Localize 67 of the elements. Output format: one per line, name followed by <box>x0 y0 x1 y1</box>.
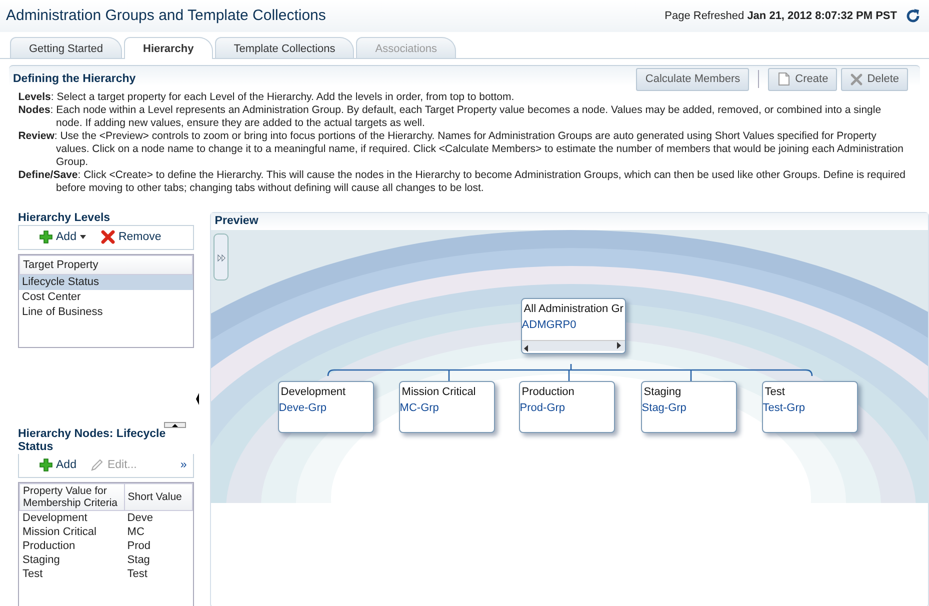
caret-icon <box>79 234 88 240</box>
left-arrow-icon <box>522 344 530 352</box>
pencil-icon <box>90 458 104 472</box>
refresh-timestamp: Page Refreshed Jan 21, 2012 8:07:32 PM PST <box>664 8 897 24</box>
close-icon <box>101 230 116 244</box>
node-name: Production <box>520 384 576 400</box>
table-cell: Deve <box>124 510 192 525</box>
table-cell-text: Test <box>126 567 148 581</box>
list-row[interactable]: Cost Center <box>19 290 193 306</box>
tab[interactable]: Getting Started <box>10 37 122 58</box>
table-cell: Development <box>20 510 124 525</box>
right-arrow-icon <box>615 340 624 350</box>
table-cell-text: MC <box>126 525 146 539</box>
list-row[interactable]: Line of Business <box>19 305 193 320</box>
toolbar-button[interactable]: Add <box>39 228 88 246</box>
node-group-link[interactable]: Test-Grp <box>762 400 857 416</box>
toolbar-button[interactable]: Create <box>768 68 838 90</box>
help-paragraph: Levels: Select a target property for each Level of the Hierarchy. Add the levels in order, from top to bottom. <box>17 90 516 104</box>
close-icon <box>850 72 864 86</box>
node-group-link[interactable]: Deve-Grp <box>278 400 373 416</box>
scrollbar[interactable] <box>522 340 626 350</box>
panel-title: Hierarchy Levels <box>18 212 194 226</box>
more-button[interactable]: » <box>180 456 187 474</box>
node-group-link[interactable]: MC-Grp <box>400 400 494 416</box>
node-name: Mission Critical <box>400 384 477 400</box>
table-cell-text: Stag <box>126 553 151 567</box>
help-paragraph: Define/Save: Click <Create> to define the Hierarchy. This will cause the nodes in the Hierarchy to become Administration Groups, which can then be used like other Groups. Define is required before moving to other tabs; changing tabs without defining will cause all changes to be lost. <box>17 168 907 194</box>
table-cell-text: Prod <box>126 539 152 553</box>
page-title: Administration Groups and Template Collections <box>6 6 326 26</box>
document-icon <box>777 72 792 86</box>
node-group-link[interactable]: Stag-Grp <box>642 400 736 416</box>
toolbar-button[interactable]: Remove <box>101 228 162 246</box>
expand-handle-icon[interactable] <box>212 232 231 282</box>
table-cell-text: Mission Critical <box>22 525 98 539</box>
toolbar-button[interactable]: Add <box>39 456 76 474</box>
node-name: Development <box>280 384 347 400</box>
node-group-link[interactable]: ADMGRP0 <box>522 317 626 334</box>
list-row[interactable]: Lifecycle Status <box>19 275 193 290</box>
table-cell-text: Test <box>22 567 44 581</box>
tree-node[interactable]: Production Prod-Grp <box>518 380 615 432</box>
toolbar-button[interactable]: Calculate Members <box>636 68 750 90</box>
column-header[interactable]: Property Value for Membership Criteria <box>20 484 124 510</box>
plus-icon <box>39 230 53 244</box>
column-header[interactable]: Short Value <box>124 484 192 510</box>
tree-node[interactable]: Test Test-Grp <box>762 380 858 432</box>
tree-node[interactable]: All Administration Gr ADMGRP0 <box>520 298 626 354</box>
tree-node[interactable]: Development Deve-Grp <box>278 380 374 432</box>
node-name: All Administration Gr <box>522 302 624 316</box>
column-header[interactable]: Target Property <box>19 254 193 276</box>
refresh-icon[interactable] <box>905 8 921 24</box>
help-paragraph: Nodes: Each node within a Level represents an Administration Group. By default, each Target Property value becomes a node. Values may be added, removed, or combined into a single node. If adding new values, ensure they are added to the actual targets as well. <box>17 104 882 130</box>
tab[interactable]: Template Collections <box>214 37 354 58</box>
panel-title: Preview <box>210 212 928 230</box>
plus-icon <box>39 458 53 472</box>
tree-node[interactable]: Staging Stag-Grp <box>640 380 737 432</box>
node-name: Staging <box>642 384 682 400</box>
tree-node[interactable]: Mission Critical MC-Grp <box>398 380 495 432</box>
section-title: Defining the Hierarchy <box>13 72 136 87</box>
tab[interactable]: Hierarchy <box>124 37 213 59</box>
node-name: Test <box>764 384 786 400</box>
panel-title: Hierarchy Nodes: Lifecycle Status <box>18 428 167 454</box>
help-paragraph: Review: Use the <Preview> controls to zoom or bring into focus portions of the Hierarchy. Names for Administration Groups are auto generated using Short Values specified for Property values. Click on a node name to change it to a meaningful name, if required. Click <Calculate Members> to estimate the number of members that would be joining each Administration Group. <box>17 130 904 168</box>
table-cell-text: Staging <box>22 553 61 567</box>
table-cell-text: Production <box>22 539 76 553</box>
toolbar-button[interactable]: Delete <box>841 68 908 90</box>
collapse-handle-icon[interactable] <box>164 422 186 428</box>
node-group-link[interactable]: Prod-Grp <box>520 400 614 416</box>
